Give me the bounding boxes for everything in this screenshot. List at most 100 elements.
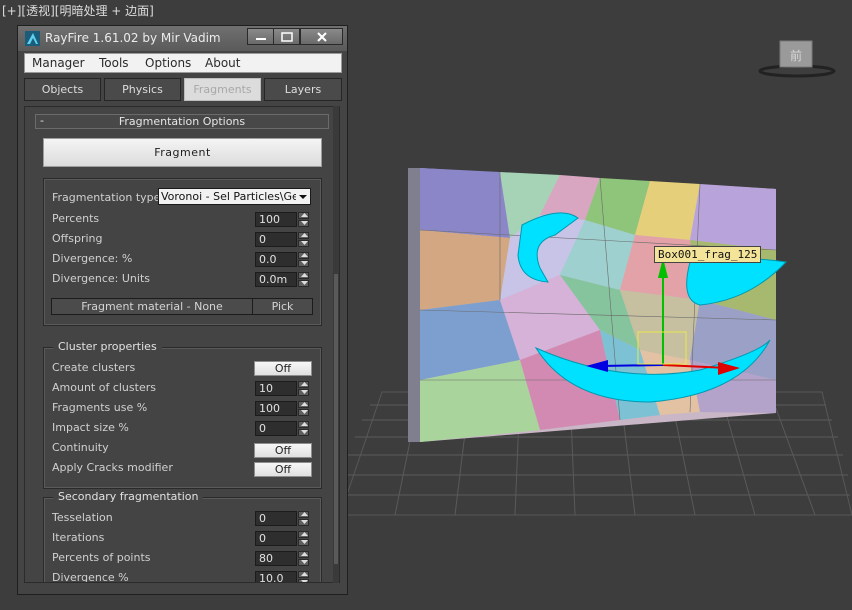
fragments-use-arrows[interactable] [298,401,309,416]
spin-down-button[interactable] [298,519,309,526]
menu-options[interactable]: Options [145,56,191,70]
spin-down-icon [301,261,308,265]
spin-up-icon [301,273,308,277]
divergence-percent-spinner[interactable]: 0.0 [255,252,309,267]
continuity-toggle[interactable]: Off [254,443,312,458]
percents-of-points-arrows[interactable] [298,551,309,566]
fragmentation-type-dropdown[interactable]: Voronoi - Sel Particles\Geom [158,188,311,205]
percents-field[interactable]: 100 [255,212,297,227]
tesselation-arrows[interactable] [298,511,309,526]
impact-size-field[interactable]: 0 [255,421,297,436]
tesselation-field[interactable]: 0 [255,511,297,526]
continuity-label: Continuity [52,441,109,454]
spin-up-button[interactable] [298,511,309,518]
divergence-units-arrows[interactable] [298,272,309,287]
create-clusters-toggle[interactable]: Off [254,361,312,376]
spin-down-button[interactable] [298,539,309,546]
offspring-spinner[interactable]: 0 [255,232,309,247]
tab-objects[interactable]: Objects [24,78,101,101]
spin-up-icon [301,402,308,406]
spin-up-button[interactable] [298,551,309,558]
tab-layers[interactable]: Layers [264,78,342,101]
percents-spinner[interactable]: 100 [255,212,309,227]
spin-up-button[interactable] [298,232,309,239]
secondary-divergence-field[interactable]: 10.0 [255,571,297,582]
spin-down-button[interactable] [298,240,309,247]
fragment-material-button[interactable]: Fragment material - None [52,299,253,314]
window-title: RayFire 1.61.02 by Mir Vadim [45,31,221,45]
spin-down-icon [301,221,308,225]
offspring-field[interactable]: 0 [255,232,297,247]
fragments-use-spinner[interactable]: 100 [255,401,309,416]
selected-object-tag: Box001_frag_125 [654,246,762,263]
secondary-divergence-arrows[interactable] [298,571,309,582]
tab-fragments[interactable]: Fragments [184,78,261,101]
spin-down-button[interactable] [298,389,309,396]
tab-physics[interactable]: Physics [104,78,181,101]
cluster-properties-title: Cluster properties [53,340,162,353]
menu-tools[interactable]: Tools [99,56,129,70]
spin-up-icon [301,422,308,426]
viewcube[interactable]: 前 [758,38,836,78]
create-clusters-label: Create clusters [52,361,136,374]
iterations-label: Iterations [52,531,105,544]
spin-up-button[interactable] [298,421,309,428]
panel-scrollbar[interactable] [333,106,339,583]
amount-of-clusters-spinner[interactable]: 10 [255,381,309,396]
maximize-button[interactable] [273,28,300,45]
spin-up-button[interactable] [298,401,309,408]
percents-of-points-spinner[interactable]: 80 [255,551,309,566]
percents-arrows[interactable] [298,212,309,227]
spin-up-icon [301,572,308,576]
spin-up-icon [301,512,308,516]
spin-up-icon [301,253,308,257]
spin-down-icon [301,241,308,245]
impact-size-spinner[interactable]: 0 [255,421,309,436]
spin-down-button[interactable] [298,559,309,566]
spin-up-button[interactable] [298,252,309,259]
divergence-percent-arrows[interactable] [298,252,309,267]
spin-down-button[interactable] [298,579,309,582]
iterations-arrows[interactable] [298,531,309,546]
spin-down-button[interactable] [298,220,309,227]
spin-up-button[interactable] [298,531,309,538]
fragments-use-label: Fragments use % [52,401,148,414]
close-button[interactable] [300,28,343,45]
minimize-button[interactable] [247,28,274,45]
iterations-field[interactable]: 0 [255,531,297,546]
spin-down-button[interactable] [298,429,309,436]
fragment-button[interactable]: Fragment [43,138,322,167]
spin-up-button[interactable] [298,381,309,388]
rayfire-window[interactable]: RayFire 1.61.02 by Mir Vadim Manager Too… [17,25,348,595]
window-titlebar[interactable]: RayFire 1.61.02 by Mir Vadim [18,26,347,51]
scrollbar-thumb[interactable] [334,274,338,564]
percents-of-points-field[interactable]: 80 [255,551,297,566]
iterations-spinner[interactable]: 0 [255,531,309,546]
viewport-label[interactable]: [+][透视][明暗处理 + 边面] [2,2,154,19]
secondary-fragmentation-group: Secondary fragmentation Tesselation 0 It… [43,490,322,582]
pick-material-button[interactable]: Pick [253,299,312,314]
spin-down-button[interactable] [298,260,309,267]
fractured-wall[interactable] [408,168,788,442]
spin-down-button[interactable] [298,409,309,416]
spin-up-button[interactable] [298,212,309,219]
fragments-use-field[interactable]: 100 [255,401,297,416]
tesselation-spinner[interactable]: 0 [255,511,309,526]
spin-up-button[interactable] [298,272,309,279]
spin-down-button[interactable] [298,280,309,287]
offspring-arrows[interactable] [298,232,309,247]
apply-cracks-toggle[interactable]: Off [254,462,312,477]
amount-of-clusters-field[interactable]: 10 [255,381,297,396]
impact-size-arrows[interactable] [298,421,309,436]
fragmentation-options-rollout-header[interactable]: - Fragmentation Options [35,114,329,129]
secondary-divergence-spinner[interactable]: 10.0 [255,571,309,582]
tesselation-label: Tesselation [52,511,113,524]
spin-up-button[interactable] [298,571,309,578]
divergence-units-field[interactable]: 0.0m [255,272,297,287]
spin-up-icon [301,213,308,217]
divergence-units-spinner[interactable]: 0.0m [255,272,309,287]
divergence-percent-field[interactable]: 0.0 [255,252,297,267]
menu-manager[interactable]: Manager [32,56,85,70]
menu-about[interactable]: About [205,56,240,70]
amount-of-clusters-arrows[interactable] [298,381,309,396]
